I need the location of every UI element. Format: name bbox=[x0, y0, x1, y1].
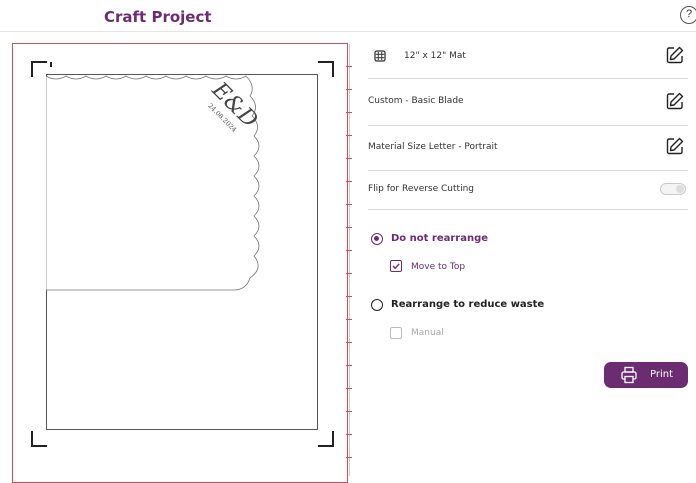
divider bbox=[368, 125, 688, 126]
blade-label: Custom - Basic Blade bbox=[368, 96, 464, 106]
check-icon bbox=[392, 263, 400, 270]
printer-icon bbox=[621, 366, 637, 384]
header-divider bbox=[0, 31, 696, 32]
design-card[interactable]: E&D 24.08.2024 bbox=[46, 72, 270, 294]
edit-material-size-icon[interactable] bbox=[666, 137, 684, 155]
edit-mat-icon[interactable] bbox=[666, 46, 684, 64]
toggle-knob bbox=[676, 185, 684, 193]
print-label: Print bbox=[650, 369, 674, 380]
divider bbox=[368, 78, 688, 79]
page-title: Craft Project bbox=[104, 8, 212, 26]
registration-mark-top-left bbox=[31, 61, 47, 77]
material-size-label: Material Size Letter - Portrait bbox=[368, 142, 498, 152]
flip-toggle[interactable] bbox=[660, 183, 686, 195]
help-icon[interactable]: ? bbox=[680, 6, 696, 24]
radio-rearrange-reduce-waste[interactable] bbox=[371, 299, 383, 311]
registration-mark-top-right bbox=[318, 61, 334, 77]
ruler-ticks bbox=[346, 44, 352, 476]
divider bbox=[368, 209, 688, 210]
edit-blade-icon[interactable] bbox=[666, 92, 684, 110]
registration-mark-bottom-left bbox=[31, 431, 47, 447]
print-button[interactable]: Print bbox=[604, 362, 688, 388]
registration-mark-bottom-right bbox=[318, 431, 334, 447]
divider bbox=[368, 170, 688, 171]
manual-label: Manual bbox=[411, 328, 444, 338]
radio-do-not-rearrange[interactable] bbox=[371, 233, 383, 245]
manual-checkbox[interactable] bbox=[390, 327, 402, 339]
rearrange-reduce-waste-label[interactable]: Rearrange to reduce waste bbox=[391, 299, 544, 310]
registration-dot bbox=[50, 62, 52, 67]
flip-label: Flip for Reverse Cutting bbox=[368, 184, 474, 194]
grid-icon bbox=[374, 50, 386, 62]
move-to-top-checkbox[interactable] bbox=[390, 260, 402, 272]
move-to-top-label[interactable]: Move to Top bbox=[411, 262, 465, 272]
mat-size-label: 12" x 12" Mat bbox=[404, 51, 466, 61]
do-not-rearrange-label[interactable]: Do not rearrange bbox=[391, 233, 488, 244]
